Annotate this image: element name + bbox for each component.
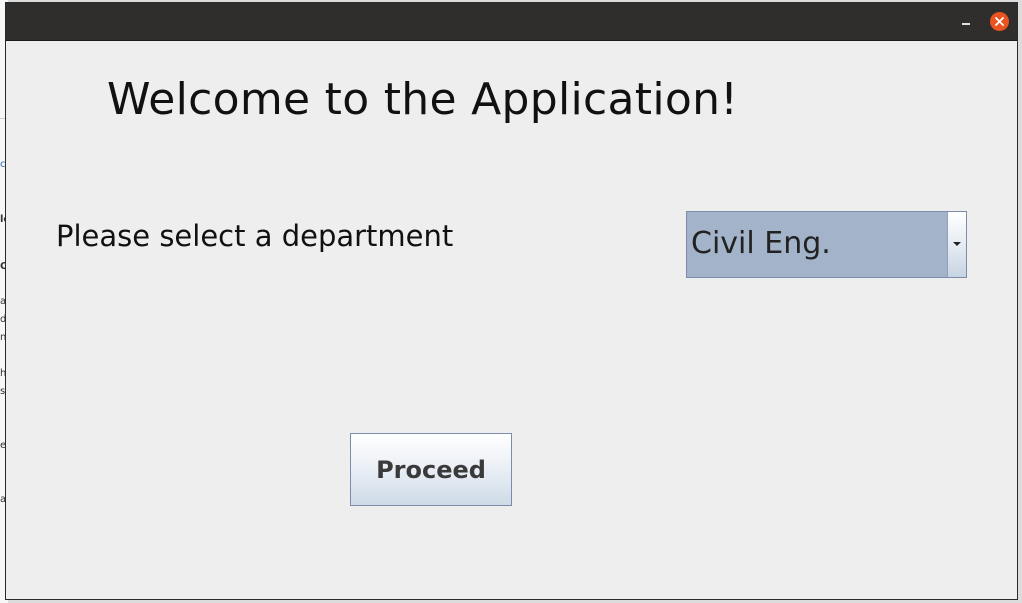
minimize-icon[interactable] [958,13,974,29]
department-selected-value: Civil Eng. [691,226,831,261]
window-titlebar[interactable] [6,3,1017,41]
department-prompt-label: Please select a department [56,219,454,253]
minimize-bar [962,23,970,25]
dropdown-arrow-button[interactable] [947,212,966,277]
window-content: Welcome to the Application! Please selec… [6,41,1017,599]
department-select[interactable]: Civil Eng. [686,211,967,278]
close-icon[interactable] [990,12,1009,31]
application-window: Welcome to the Application! Please selec… [5,2,1018,600]
close-x-glyph [995,17,1004,26]
proceed-button[interactable]: Proceed [350,433,512,506]
chevron-down-icon [953,242,961,246]
welcome-title: Welcome to the Application! [107,74,739,125]
